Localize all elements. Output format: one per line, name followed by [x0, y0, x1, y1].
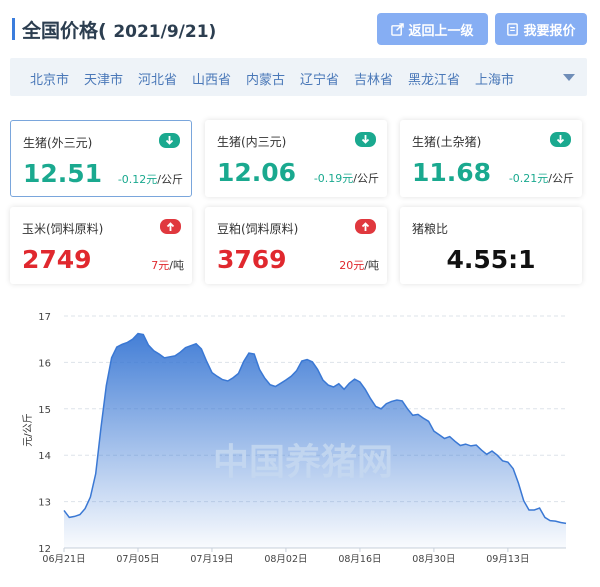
arrow-up-icon — [160, 219, 181, 234]
city-link[interactable]: 山西省 — [192, 69, 231, 88]
city-link[interactable]: 辽宁省 — [300, 69, 339, 88]
city-link[interactable]: 河北省 — [138, 69, 177, 88]
card-change: -0.21元/公斤 — [509, 170, 574, 186]
y-tick-label: 17 — [38, 312, 51, 323]
header: 全国价格( 2021/9/21) 返回上一级 我要报价 — [0, 0, 600, 58]
report-price-button-label: 我要报价 — [523, 23, 576, 39]
y-axis-label: 元/公斤 — [22, 413, 34, 446]
x-tick-label: 08月02日 — [264, 554, 307, 565]
city-link[interactable]: 吉林省 — [354, 69, 393, 88]
card-change-amount: 20元 — [339, 259, 365, 272]
back-button-label: 返回上一级 — [408, 23, 474, 39]
watermark-text: 中国养猪网 — [213, 441, 393, 483]
card-label: 猪粮比 — [412, 222, 449, 236]
card-change-unit: /公斤 — [353, 172, 379, 185]
city-link[interactable]: 上海市 — [475, 69, 514, 88]
card-label: 生猪(内三元) — [217, 135, 287, 149]
y-tick-label: 16 — [38, 358, 51, 369]
card-value: 12.06 — [217, 158, 297, 187]
card-change-unit: /公斤 — [157, 173, 183, 186]
card-value: 4.55:1 — [446, 245, 536, 274]
arrow-down-icon — [355, 132, 376, 147]
external-link-icon — [391, 22, 405, 36]
card-label: 玉米(饲料原料) — [22, 222, 104, 236]
card-value: 2749 — [22, 245, 92, 274]
card-value: 3769 — [217, 245, 287, 274]
city-link[interactable]: 内蒙古 — [246, 69, 285, 88]
card-change-amount: -0.12元 — [117, 173, 158, 186]
price-card-hog-local[interactable]: 生猪(土杂猪) 11.68 -0.21元/公斤 — [400, 120, 582, 197]
y-tick-label: 14 — [38, 451, 51, 462]
card-label: 生猪(外三元) — [23, 136, 93, 150]
arrow-down-icon — [159, 133, 180, 148]
title-accent-bar — [12, 18, 15, 40]
price-card-hog-outer[interactable]: 生猪(外三元) 12.51 -0.12元/公斤 — [10, 120, 192, 197]
back-button[interactable]: 返回上一级 — [377, 13, 488, 45]
page-title-date: 2021/9/21) — [113, 22, 217, 42]
card-change: 20元/吨 — [339, 257, 379, 273]
y-tick-label: 15 — [38, 405, 51, 416]
x-tick-label: 07月19日 — [190, 554, 233, 565]
x-tick-label: 08月16日 — [338, 554, 381, 565]
card-change-amount: 7元 — [151, 259, 170, 272]
city-selector: 北京市 天津市 河北省 山西省 内蒙古 辽宁省 吉林省 黑龙江省 上海市 — [10, 58, 587, 96]
card-value: 11.68 — [412, 158, 492, 187]
card-change-unit: /吨 — [169, 259, 184, 272]
arrow-up-icon — [355, 219, 376, 234]
x-tick-label: 07月05日 — [116, 554, 159, 565]
report-price-button[interactable]: 我要报价 — [495, 13, 587, 45]
page-title: 全国价格( 2021/9/21) — [22, 16, 216, 43]
x-tick-label: 06月21日 — [42, 554, 85, 565]
card-change-amount: -0.19元 — [313, 172, 354, 185]
city-link[interactable]: 黑龙江省 — [408, 69, 460, 88]
x-tick-label: 09月13日 — [486, 554, 529, 565]
card-change-unit: /公斤 — [548, 172, 574, 185]
card-change-unit: /吨 — [364, 259, 379, 272]
card-change-amount: -0.21元 — [508, 172, 549, 185]
expand-cities-icon[interactable] — [563, 74, 575, 81]
price-card-soymeal[interactable]: 豆粕(饲料原料) 3769 20元/吨 — [205, 207, 387, 284]
price-chart: 中国养猪网 元/公斤 121314151617 06月21日 07月05日 07月1… — [22, 312, 567, 565]
x-tick-label: 08月30日 — [412, 554, 455, 565]
card-label: 豆粕(饲料原料) — [217, 222, 299, 236]
price-card-corn[interactable]: 玉米(饲料原料) 2749 7元/吨 — [10, 207, 192, 284]
page-title-text: 全国价格( — [22, 20, 107, 42]
card-value: 12.51 — [23, 159, 103, 188]
city-link[interactable]: 北京市 — [30, 69, 69, 88]
card-label: 生猪(土杂猪) — [412, 135, 482, 149]
y-tick-label: 13 — [38, 498, 51, 509]
ratio-card-hog-grain[interactable]: 猪粮比 4.55:1 — [400, 207, 582, 284]
arrow-down-icon — [550, 132, 571, 147]
price-card-hog-inner[interactable]: 生猪(内三元) 12.06 -0.19元/公斤 — [205, 120, 387, 197]
city-link[interactable]: 天津市 — [84, 69, 123, 88]
document-icon — [507, 22, 519, 36]
card-change: -0.19元/公斤 — [314, 170, 379, 186]
card-change: -0.12元/公斤 — [118, 171, 183, 187]
card-change: 7元/吨 — [151, 257, 184, 273]
